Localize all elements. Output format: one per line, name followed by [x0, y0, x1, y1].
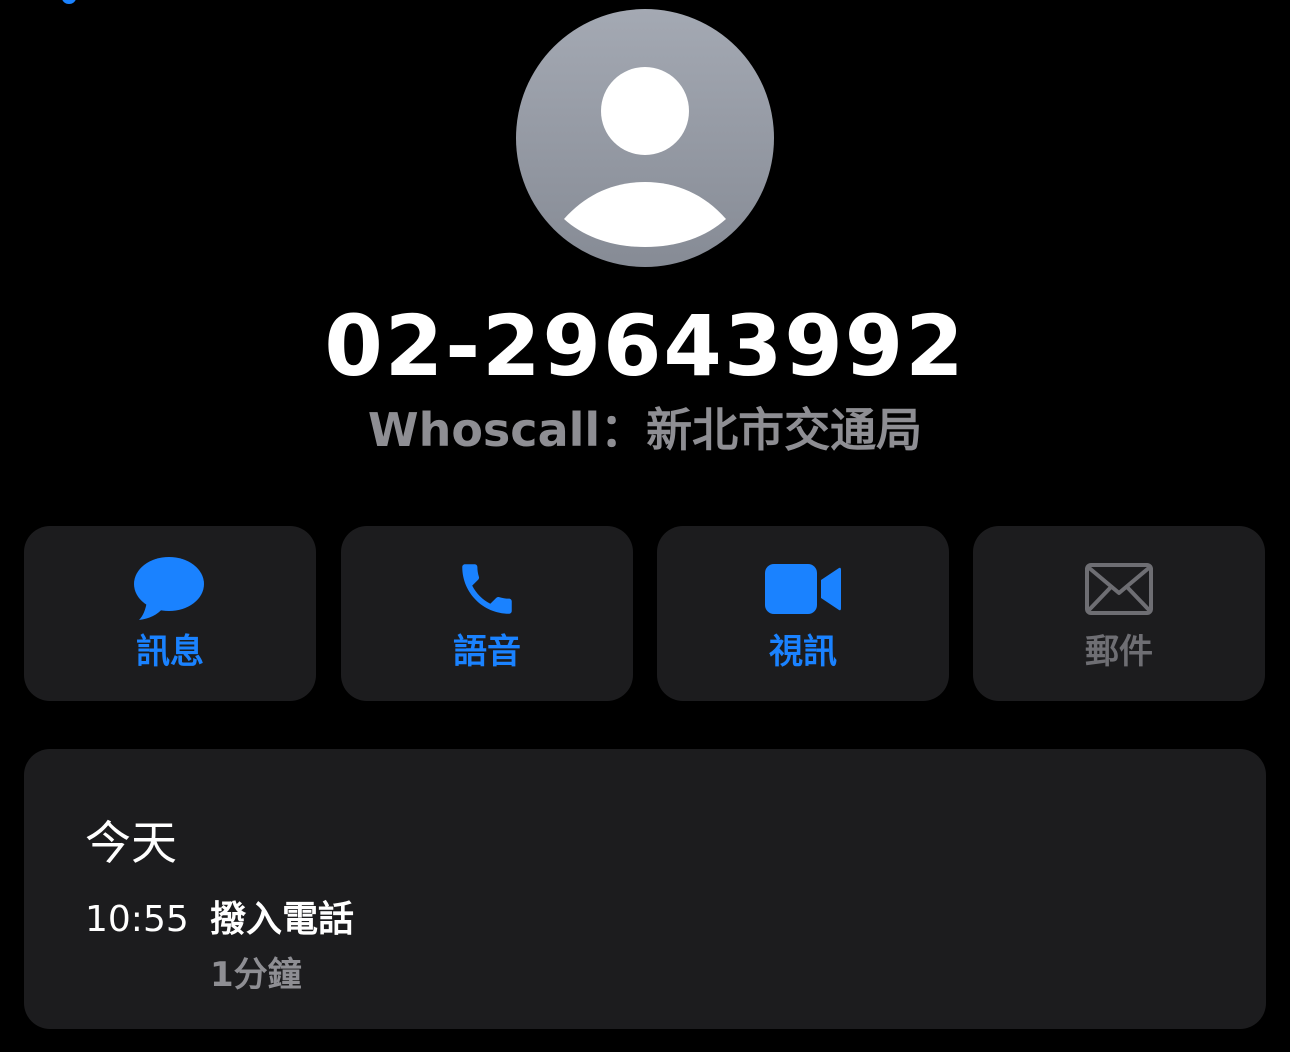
caller-id-label: Whoscall：新北市交通局 [367, 403, 923, 457]
contact-avatar [516, 9, 774, 267]
message-bubble-icon [24, 556, 316, 622]
voice-call-button-label: 語音 [453, 632, 521, 672]
message-button[interactable]: 訊息 [24, 526, 316, 701]
back-button-fragment[interactable] [62, 0, 76, 4]
phone-icon [341, 556, 633, 622]
contact-action-row: 訊息 語音 視訊 郵件 [24, 526, 1266, 701]
history-date-header: 今天 [85, 816, 177, 870]
call-time: 10:55 [85, 899, 189, 940]
message-button-label: 訊息 [136, 632, 204, 672]
person-silhouette-icon [564, 67, 726, 247]
call-history-card: 今天 10:55 撥入電話 1分鐘 [24, 749, 1266, 1029]
call-type: 撥入電話 [210, 899, 355, 940]
video-call-button[interactable]: 視訊 [657, 526, 949, 701]
envelope-icon [973, 556, 1265, 622]
contact-phone-number: 02-29643992 [324, 297, 966, 395]
video-camera-icon [657, 556, 949, 622]
call-duration: 1分鐘 [210, 955, 302, 995]
mail-button-label: 郵件 [1085, 632, 1153, 672]
voice-call-button[interactable]: 語音 [341, 526, 633, 701]
video-call-button-label: 視訊 [769, 632, 837, 672]
mail-button[interactable]: 郵件 [973, 526, 1265, 701]
